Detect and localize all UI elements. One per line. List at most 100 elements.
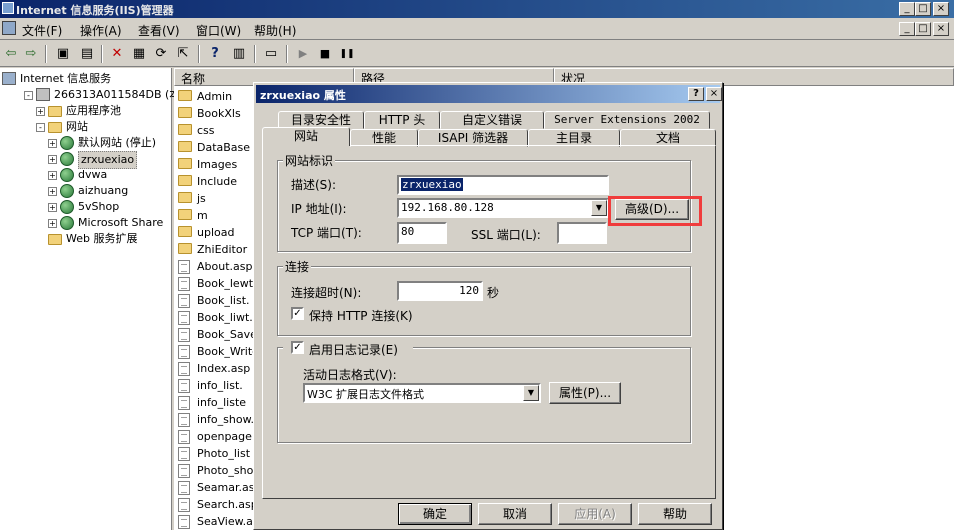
- properties-icon[interactable]: ▦: [130, 45, 148, 63]
- delete-icon[interactable]: ✕: [108, 45, 126, 63]
- ssl-port-input[interactable]: [557, 222, 607, 244]
- list-item[interactable]: Search.asp: [178, 496, 254, 513]
- list-item[interactable]: Photo_show: [178, 462, 254, 479]
- list-item[interactable]: Photo_list: [178, 445, 254, 462]
- list-item[interactable]: Images: [178, 156, 254, 173]
- computer-icon[interactable]: ▭: [262, 45, 280, 63]
- list-item[interactable]: BookXls: [178, 105, 254, 122]
- tree-node[interactable]: + dvwa: [0, 167, 172, 183]
- log-format-dropdown-arrow-icon[interactable]: ▼: [523, 385, 539, 401]
- tree-node[interactable]: + 默认网站 (停止): [0, 135, 172, 151]
- show-tree-icon[interactable]: ▤: [78, 45, 96, 63]
- expand-icon[interactable]: +: [48, 203, 57, 212]
- list-item[interactable]: Book_liwt.: [178, 309, 254, 326]
- keepalive-checkbox[interactable]: ✓: [291, 307, 304, 320]
- list-item[interactable]: info_liste: [178, 394, 254, 411]
- ok-button[interactable]: 确定: [398, 503, 472, 525]
- tree-node[interactable]: Internet 信息服务: [0, 71, 172, 87]
- child-restore-button[interactable]: □: [915, 22, 931, 36]
- expand-icon[interactable]: +: [48, 171, 57, 180]
- child-minimize-button[interactable]: _: [899, 22, 915, 36]
- list-item[interactable]: Index.asp: [178, 360, 254, 377]
- close-button[interactable]: ×: [933, 2, 949, 16]
- collapse-icon[interactable]: -: [24, 91, 33, 100]
- menu-view[interactable]: 查看(V): [138, 22, 180, 39]
- list-item[interactable]: Book_Save.: [178, 326, 254, 343]
- child-close-button[interactable]: ×: [933, 22, 949, 36]
- folder-icon: [178, 209, 192, 220]
- tree-node[interactable]: -266313A011584DB (本地计: [0, 87, 202, 103]
- maximize-button[interactable]: □: [915, 2, 931, 16]
- list-item[interactable]: Book_lewt.: [178, 275, 254, 292]
- export-icon[interactable]: ⇱: [174, 45, 192, 63]
- stop-icon[interactable]: ■: [316, 45, 334, 63]
- list-item[interactable]: Seamar.asp: [178, 479, 254, 496]
- console-icon[interactable]: [2, 21, 16, 35]
- tree-node[interactable]: +5vShop: [0, 199, 172, 215]
- list-item[interactable]: Book_list.: [178, 292, 254, 309]
- minimize-button[interactable]: _: [899, 2, 915, 16]
- list-item[interactable]: info_show.: [178, 411, 254, 428]
- list-item-label: SeaView.as: [197, 515, 254, 528]
- list-item[interactable]: info_list.: [178, 377, 254, 394]
- tree-node[interactable]: - 网站: [0, 119, 172, 135]
- list-item[interactable]: m: [178, 207, 254, 224]
- list-item[interactable]: Admin: [178, 88, 254, 105]
- dialog-help-button[interactable]: ?: [688, 87, 704, 101]
- expand-icon[interactable]: +: [48, 139, 57, 148]
- tab-custom-errors[interactable]: 自定义错误: [440, 111, 544, 129]
- globe-icon: [60, 200, 74, 214]
- ip-address-select[interactable]: 192.168.80.128: [397, 198, 609, 218]
- back-icon[interactable]: ⇦: [2, 45, 20, 63]
- expand-icon[interactable]: +: [48, 219, 57, 228]
- tree-node[interactable]: + zrxuexiao: [0, 151, 172, 169]
- list-item[interactable]: openpage.a: [178, 428, 254, 445]
- enable-logging-checkbox[interactable]: ✓: [291, 341, 304, 354]
- tcp-port-input[interactable]: 80: [397, 222, 447, 244]
- list-item[interactable]: Book_Write: [178, 343, 254, 360]
- log-properties-button[interactable]: 属性(P)...: [549, 382, 621, 404]
- tree-node-label: Internet 信息服务: [20, 72, 112, 85]
- tree-node[interactable]: + 应用程序池: [0, 103, 172, 119]
- file-icon: [178, 311, 190, 325]
- collapse-icon[interactable]: -: [36, 123, 45, 132]
- help-button[interactable]: 帮助: [638, 503, 712, 525]
- list-item[interactable]: DataBase: [178, 139, 254, 156]
- tab-http-headers[interactable]: HTTP 头: [364, 111, 440, 129]
- refresh-icon[interactable]: ⟳: [152, 45, 170, 63]
- tree-node[interactable]: Web 服务扩展: [0, 231, 172, 247]
- list-item[interactable]: Include: [178, 173, 254, 190]
- play-icon[interactable]: ▶: [294, 45, 312, 63]
- dialog-close-button[interactable]: ×: [706, 87, 722, 101]
- tree-node[interactable]: + aizhuang: [0, 183, 172, 199]
- list-item[interactable]: About.asp: [178, 258, 254, 275]
- list-item[interactable]: js: [178, 190, 254, 207]
- timeout-input[interactable]: 120: [397, 281, 483, 301]
- toolbar-separator: [286, 45, 288, 63]
- pause-icon[interactable]: ❚❚: [338, 45, 356, 63]
- list-item[interactable]: ZhiEditor: [178, 241, 254, 258]
- cancel-button[interactable]: 取消: [478, 503, 552, 525]
- forward-icon[interactable]: ⇨: [22, 45, 40, 63]
- up-folder-icon[interactable]: ▣: [54, 45, 72, 63]
- tab-website[interactable]: 网站: [262, 127, 350, 146]
- list-item[interactable]: css: [178, 122, 254, 139]
- tree-node[interactable]: + Microsoft Share: [0, 215, 172, 231]
- menu-window[interactable]: 窗口(W): [196, 22, 241, 39]
- apply-button[interactable]: 应用(A): [558, 503, 632, 525]
- console-tree-icon[interactable]: ▥: [230, 45, 248, 63]
- expand-icon[interactable]: +: [36, 107, 45, 116]
- list-item[interactable]: SeaView.as: [178, 513, 254, 530]
- menu-help[interactable]: 帮助(H): [254, 22, 296, 39]
- tab-server-extensions[interactable]: Server Extensions 2002: [544, 111, 710, 129]
- help-icon[interactable]: ?: [206, 45, 224, 63]
- log-format-select[interactable]: W3C 扩展日志文件格式: [303, 383, 541, 403]
- expand-icon[interactable]: +: [48, 187, 57, 196]
- menu-action[interactable]: 操作(A): [80, 22, 122, 39]
- menu-file[interactable]: 文件(F): [22, 22, 62, 39]
- ip-dropdown-arrow-icon[interactable]: ▼: [591, 200, 607, 216]
- expand-icon[interactable]: +: [48, 155, 57, 164]
- list-item[interactable]: upload: [178, 224, 254, 241]
- file-icon: [178, 277, 190, 291]
- description-input[interactable]: zrxuexiao: [397, 175, 609, 195]
